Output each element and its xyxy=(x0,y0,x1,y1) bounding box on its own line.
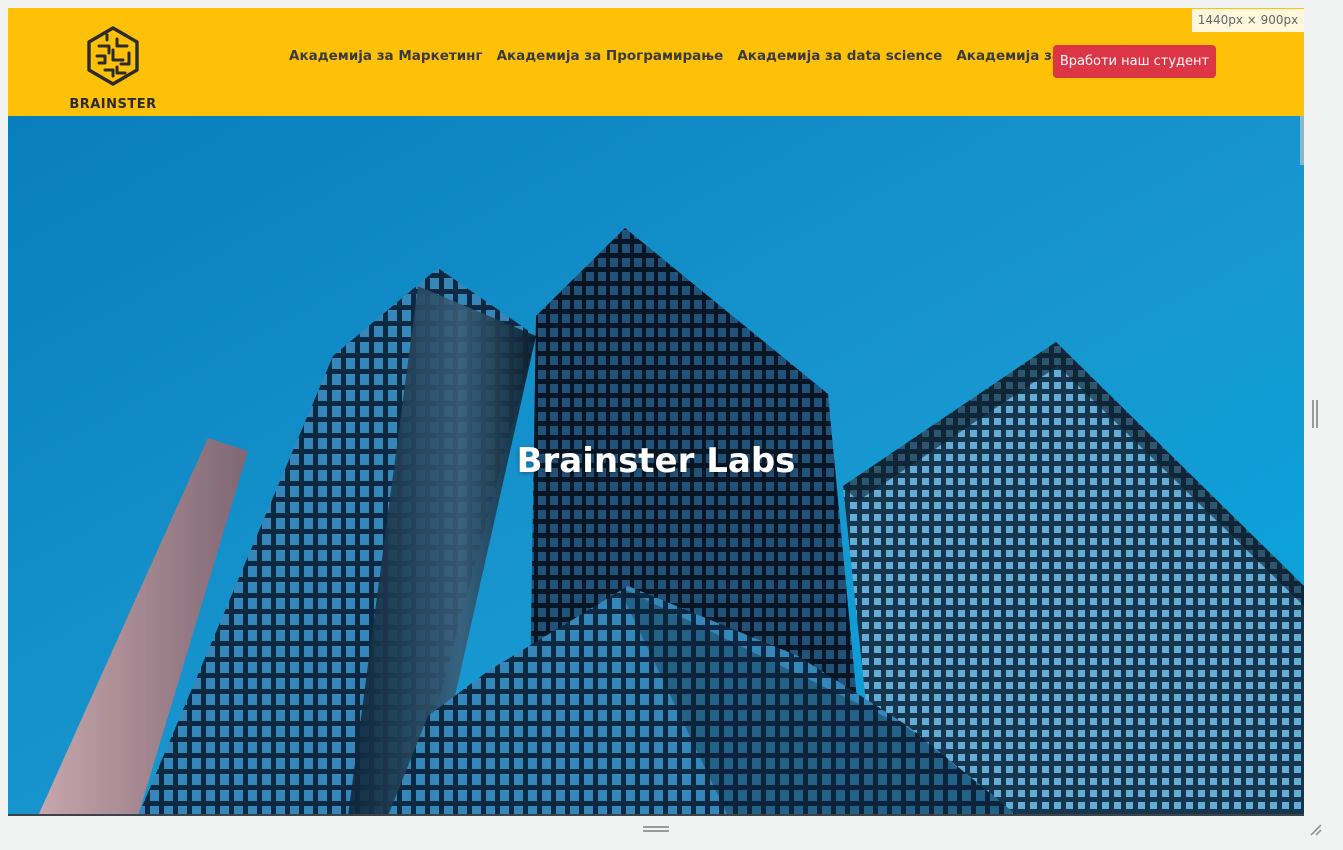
viewport-size-readout: 1440px × 900px xyxy=(1192,9,1304,32)
nav-link-marketing[interactable]: Академија за Маркетинг xyxy=(289,48,483,64)
brain-maze-icon xyxy=(87,26,139,86)
bottom-resize-handle[interactable] xyxy=(643,826,669,832)
nav-link-data-science[interactable]: Академија за data science xyxy=(737,48,942,64)
hire-student-button[interactable]: Вработи наш студент xyxy=(1053,45,1216,78)
viewport-bottom-edge xyxy=(8,814,1304,816)
main-nav: Академија за Маркетинг Академија за Прог… xyxy=(289,48,1117,64)
right-resize-handle[interactable] xyxy=(1312,400,1318,428)
brainster-logo[interactable]: BRAINSTER xyxy=(68,26,158,112)
hero-title: Brainster Labs xyxy=(516,441,796,481)
hero-section: Brainster Labs xyxy=(8,116,1304,816)
browser-viewport: BRAINSTER Академија за Маркетинг Академи… xyxy=(8,8,1304,816)
navbar: BRAINSTER Академија за Маркетинг Академи… xyxy=(8,8,1304,116)
logo-wordmark: BRAINSTER xyxy=(69,97,157,112)
corner-resize-grip-icon[interactable] xyxy=(1306,820,1322,836)
nav-link-programming[interactable]: Академија за Програмирање xyxy=(497,48,724,64)
